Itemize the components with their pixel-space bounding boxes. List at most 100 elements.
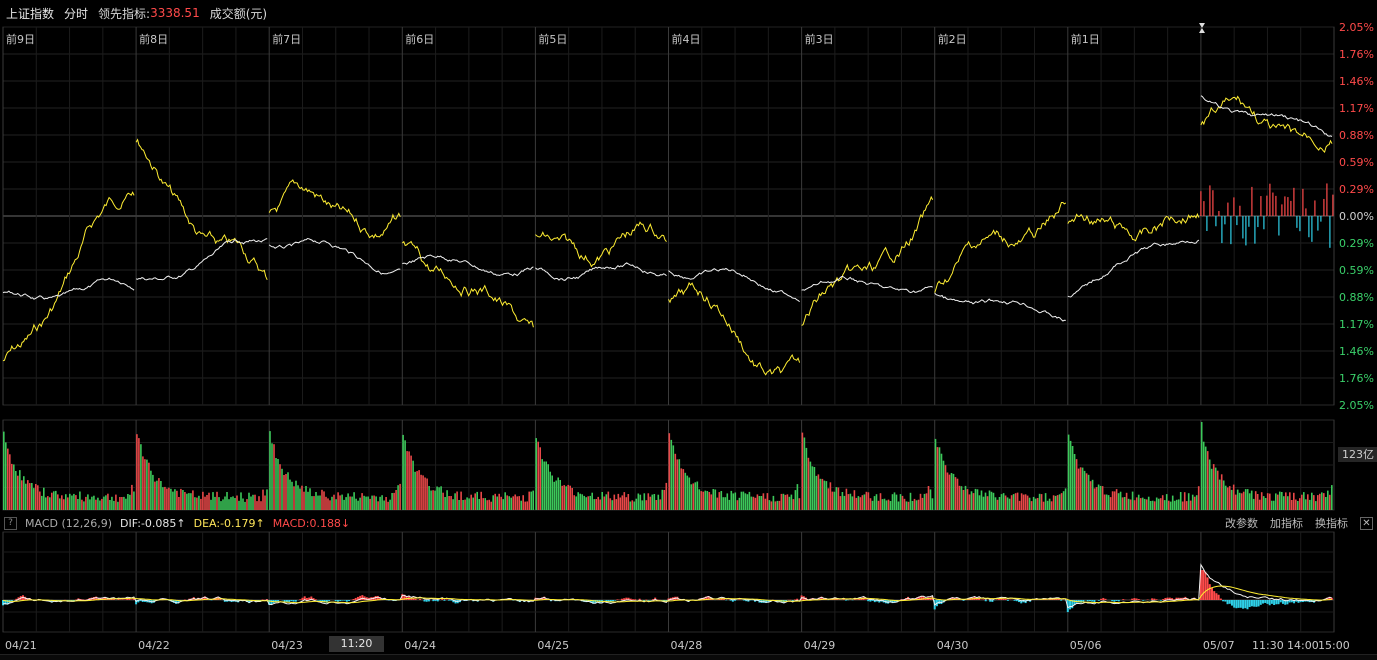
volume-bar bbox=[61, 495, 63, 510]
volume-bar bbox=[668, 433, 671, 510]
volume-bar bbox=[408, 451, 410, 510]
volume-bar bbox=[700, 491, 703, 510]
volume-bar bbox=[1018, 500, 1021, 510]
volume-bar bbox=[1303, 492, 1305, 510]
volume-bar bbox=[875, 494, 878, 510]
volume-bar bbox=[133, 491, 135, 510]
volume-bar bbox=[688, 477, 691, 510]
volume-bar bbox=[31, 483, 33, 510]
volume-bar bbox=[115, 494, 117, 510]
volume-bar bbox=[1297, 501, 1299, 510]
volume-bar bbox=[760, 496, 763, 510]
volume-bar bbox=[964, 485, 967, 510]
volume-bar bbox=[456, 491, 458, 510]
volume-bar bbox=[535, 438, 537, 510]
volume-bar bbox=[917, 499, 920, 510]
volume-bar bbox=[371, 495, 373, 510]
volume-bar bbox=[1206, 451, 1209, 510]
volume-bar bbox=[262, 489, 264, 510]
volume-bar bbox=[397, 485, 399, 510]
volume-bar bbox=[1242, 491, 1245, 510]
volume-bar bbox=[1012, 494, 1015, 510]
volume-bar bbox=[1204, 446, 1207, 510]
modify-params-button[interactable]: 改参数 bbox=[1225, 515, 1258, 531]
volume-bar bbox=[1046, 500, 1049, 510]
volume-bar bbox=[478, 499, 480, 510]
volume-bar bbox=[85, 496, 87, 510]
volume-bar bbox=[402, 434, 404, 510]
volume-bar bbox=[248, 492, 250, 510]
intraday-chart[interactable]: 前9日 前8日 前7日 前6日 前5日 前4日 前3日 前2日 前1日 2.05% 1.76% 1.… bbox=[0, 0, 1377, 660]
volume-bar bbox=[1165, 494, 1168, 510]
volume-bar bbox=[1127, 498, 1130, 510]
volume-bar bbox=[764, 498, 767, 510]
volume-bar bbox=[561, 485, 563, 510]
volume-bar bbox=[387, 501, 389, 510]
volume-bar bbox=[107, 493, 109, 510]
volume-bar bbox=[605, 494, 608, 510]
volume-bar bbox=[551, 475, 553, 510]
bottom-strip bbox=[0, 654, 1377, 660]
volume-bar bbox=[256, 501, 258, 510]
volume-bar bbox=[770, 501, 773, 510]
volume-bar bbox=[182, 490, 184, 510]
volume-bar bbox=[702, 491, 705, 510]
volume-bar bbox=[9, 454, 11, 510]
volume-bar bbox=[657, 494, 660, 510]
volume-bar bbox=[541, 459, 543, 510]
volume-bar bbox=[1181, 501, 1184, 510]
volume-bar bbox=[119, 497, 121, 510]
volume-bar bbox=[905, 501, 908, 510]
volume-bar bbox=[545, 461, 547, 510]
help-icon[interactable]: ? bbox=[4, 516, 17, 530]
volume-bar bbox=[254, 494, 256, 510]
volume-bar bbox=[305, 486, 307, 510]
volume-bar bbox=[641, 500, 644, 510]
volume-bar bbox=[1117, 493, 1120, 510]
volume-bar bbox=[728, 499, 731, 510]
day-label: 前7日 bbox=[272, 32, 301, 46]
volume-bar bbox=[1189, 500, 1192, 510]
volume-bar bbox=[817, 474, 820, 510]
volume-bar bbox=[148, 462, 150, 510]
volume-bar bbox=[1331, 485, 1333, 510]
volume-bar bbox=[1075, 459, 1078, 510]
volume-bar bbox=[678, 459, 681, 510]
volume-bar bbox=[17, 475, 19, 510]
volume-bar bbox=[934, 438, 937, 510]
volume-bar bbox=[1024, 494, 1027, 510]
volume-bar bbox=[1087, 474, 1090, 510]
volume-bar bbox=[569, 485, 571, 510]
volume-bar bbox=[101, 498, 103, 510]
volume-bar bbox=[279, 464, 281, 510]
volume-bar bbox=[180, 488, 182, 510]
volume-bar bbox=[144, 459, 146, 510]
volume-bar bbox=[494, 493, 496, 510]
volume-bar bbox=[228, 499, 230, 510]
switch-indicator-button[interactable]: 换指标 bbox=[1315, 515, 1348, 531]
white-line-day bbox=[135, 238, 268, 281]
volume-bar bbox=[718, 492, 721, 510]
volume-bar bbox=[522, 495, 524, 510]
volume-bar bbox=[111, 496, 113, 510]
volume-bar bbox=[774, 501, 777, 510]
volume-bar bbox=[627, 494, 630, 510]
crosshair-marker-icon bbox=[1199, 23, 1205, 33]
volume-bar bbox=[567, 484, 569, 510]
volume-bar bbox=[1107, 495, 1110, 510]
volume-bar bbox=[109, 500, 111, 510]
macd-name[interactable]: MACD (12,26,9) bbox=[25, 517, 112, 530]
volume-bar bbox=[1058, 494, 1061, 510]
volume-bar bbox=[651, 494, 654, 510]
volume-bar bbox=[543, 461, 545, 510]
close-icon[interactable]: ✕ bbox=[1360, 516, 1373, 530]
volume-bar bbox=[823, 480, 826, 510]
volume-bar bbox=[950, 473, 953, 510]
volume-bar bbox=[883, 498, 886, 510]
volume-bar bbox=[813, 467, 816, 510]
volume-bar bbox=[454, 493, 456, 510]
volume-bar bbox=[1091, 479, 1094, 510]
volume-bar bbox=[1291, 500, 1293, 510]
add-indicator-button[interactable]: 加指标 bbox=[1270, 515, 1303, 531]
volume-bar bbox=[412, 460, 414, 510]
